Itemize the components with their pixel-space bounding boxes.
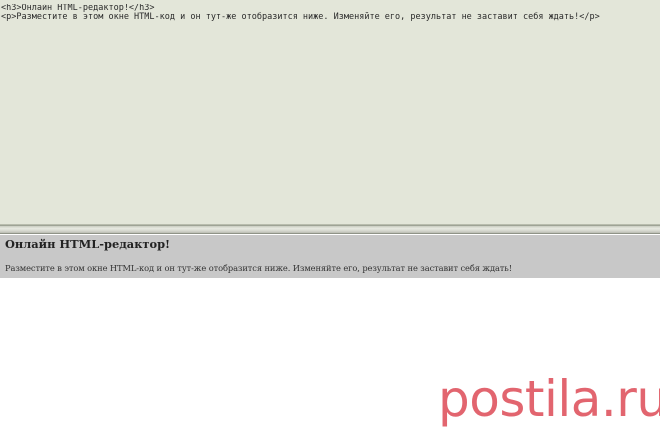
preview-heading: Онлайн HTML-редактор!	[5, 237, 171, 251]
preview-output: Онлайн HTML-редактор! Разместите в этом …	[0, 235, 660, 278]
preview-paragraph: Разместите в этом окне HTML-код и он тут…	[5, 263, 512, 273]
html-editor-panel: <h3>Онлайн HTML-редактор!</h3> <p>Размес…	[0, 0, 660, 225]
panel-resize-splitter[interactable]	[0, 225, 660, 234]
watermark: postila.ru	[438, 370, 660, 428]
html-code-input[interactable]: <h3>Онлайн HTML-редактор!</h3> <p>Размес…	[1, 4, 657, 219]
